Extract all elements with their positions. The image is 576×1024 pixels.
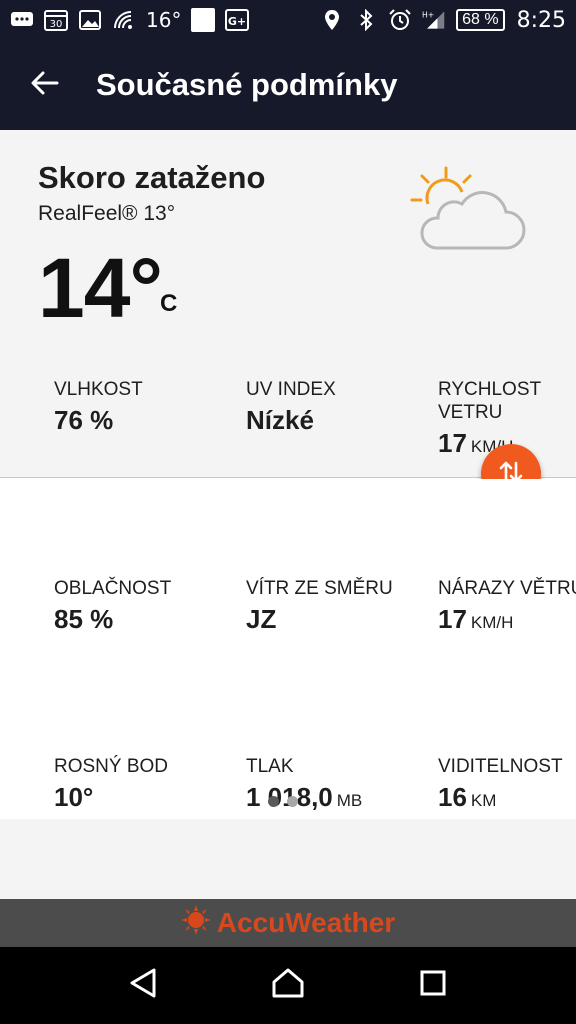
wind-direction-value: JZ (246, 604, 277, 634)
wind-gusts-cell: NÁRAZY VĚTRU 17 KM/H (438, 577, 576, 635)
uv-index-cell: UV INDEX Nízké (246, 378, 426, 436)
current-conditions-card: Skoro zataženo RealFeel® 13° 14° C VLHKO… (0, 130, 576, 478)
visibility-cell: VIDITELNOST 16 KM (438, 755, 576, 813)
accuweather-logo: AccuWeather (180, 904, 396, 942)
wind-speed-label: RYCHLOST VETRU (438, 379, 541, 423)
google-plus-icon: G+ (225, 9, 250, 31)
content-spacer (0, 819, 576, 899)
temperature-value: 14° (38, 241, 163, 335)
humidity-label: VLHKOST (54, 379, 143, 400)
location-icon (320, 9, 344, 31)
clock: 8:25 (516, 7, 566, 33)
wind-gusts-value: 17 KM/H (438, 604, 514, 634)
visibility-unit: KM (470, 791, 497, 810)
alarm-icon (388, 9, 412, 31)
brand-name: AccuWeather (216, 907, 396, 938)
accuweather-banner[interactable]: AccuWeather (0, 899, 576, 947)
nfc-signal-icon (112, 9, 136, 31)
cell-signal-icon: H+ (422, 9, 446, 31)
battery-indicator: 68 % (456, 9, 505, 31)
condition-text: Skoro zataženo (38, 160, 266, 195)
details-grid: OBLAČNOST 85 % VÍTR ZE SMĚRU JZ NÁRAZY V… (0, 479, 576, 819)
pressure-unit: MB (336, 791, 363, 810)
page-title: Současné podmínky (96, 67, 398, 102)
status-bar: 30 16° G+ H+ 68 % 8:25 (0, 0, 576, 40)
page-indicator (268, 796, 298, 807)
cloud-cover-cell: OBLAČNOST 85 % (54, 577, 234, 635)
realfeel-text: RealFeel® 13° (38, 202, 176, 225)
temperature-unit: C (160, 290, 178, 317)
chat-icon (10, 9, 34, 31)
triangle-back-icon (128, 967, 158, 1004)
wind-direction-cell: VÍTR ZE SMĚRU JZ (246, 577, 426, 635)
visibility-label: VIDITELNOST (438, 756, 563, 777)
svg-text:H+: H+ (422, 10, 434, 19)
bluetooth-icon (354, 9, 378, 31)
calendar-icon: 30 (44, 9, 68, 31)
nav-home-button[interactable] (258, 956, 318, 1016)
home-icon (271, 967, 305, 1004)
visibility-value: 16 KM (438, 782, 497, 812)
sun-logo-icon (180, 904, 211, 942)
wind-gusts-unit: KM/H (470, 613, 514, 632)
uv-index-value: Nízké (246, 405, 314, 435)
dew-point-label: ROSNÝ BOD (54, 756, 169, 777)
system-navigation-bar (0, 947, 576, 1024)
nav-recents-button[interactable] (403, 956, 463, 1016)
partly-sunny-cloud-icon (408, 164, 532, 254)
arrow-left-icon (31, 71, 59, 100)
square-recents-icon (419, 969, 447, 1002)
uv-index-label: UV INDEX (246, 379, 336, 400)
svg-text:G+: G+ (228, 15, 246, 28)
app-bar: Současné podmínky (0, 40, 576, 130)
dew-point-cell: ROSNÝ BOD 10° (54, 755, 234, 813)
wind-direction-label: VÍTR ZE SMĚRU (246, 578, 393, 599)
pressure-label: TLAK (246, 756, 294, 777)
image-icon (78, 9, 102, 31)
dew-point-value: 10° (54, 782, 94, 812)
page-dot[interactable] (287, 796, 298, 807)
wind-gusts-label: NÁRAZY VĚTRU (438, 578, 576, 599)
humidity-value: 76 % (54, 405, 114, 435)
humidity-cell: VLHKOST 76 % (54, 378, 234, 436)
status-temperature: 16° (146, 8, 182, 32)
cloud-cover-label: OBLAČNOST (54, 578, 172, 599)
back-button[interactable] (0, 40, 90, 130)
svg-text:30: 30 (50, 19, 63, 30)
cloud-cover-value: 85 % (54, 604, 114, 634)
notification-square-icon (191, 8, 216, 32)
page-dot-active[interactable] (268, 796, 279, 807)
nav-back-button[interactable] (113, 956, 173, 1016)
